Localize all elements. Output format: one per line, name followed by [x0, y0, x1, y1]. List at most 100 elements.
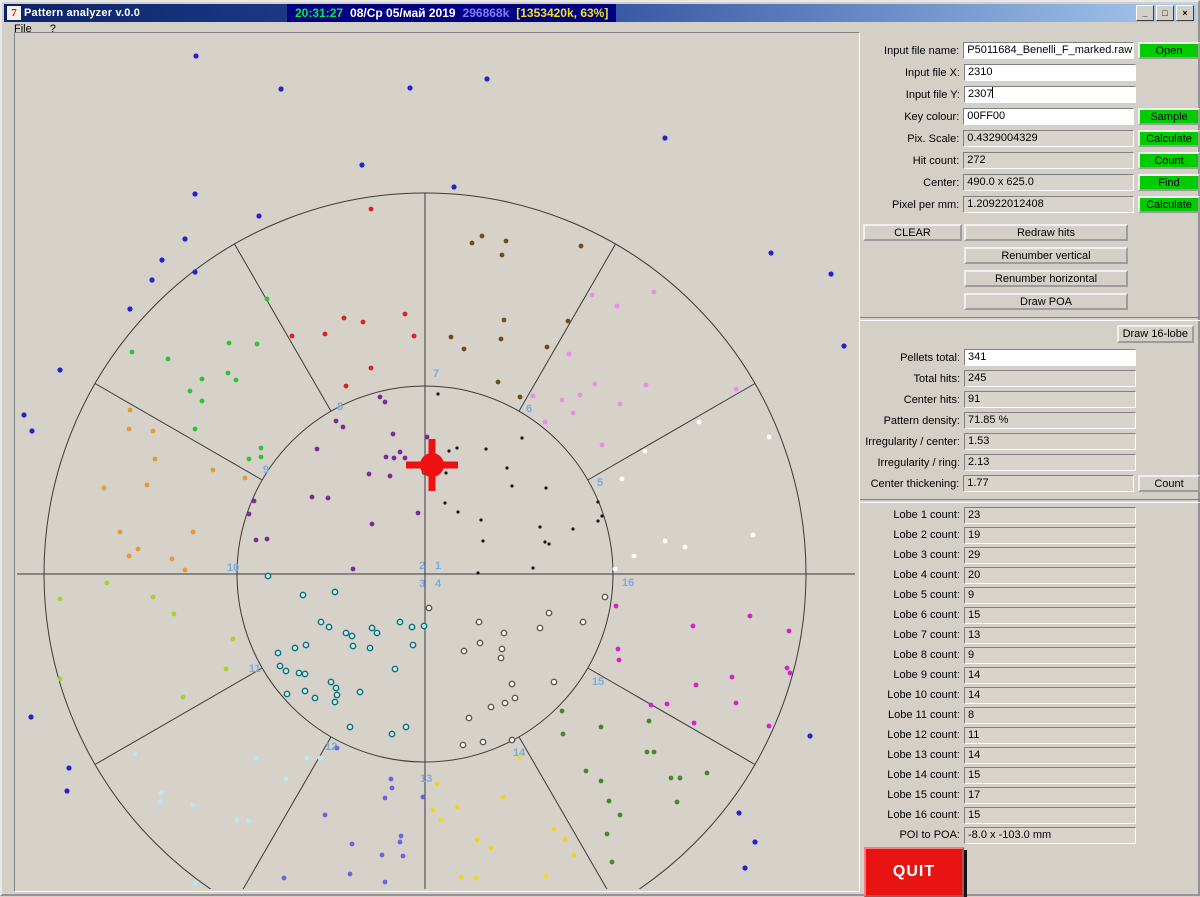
input-file-y-field[interactable]: 2307: [964, 86, 1136, 103]
lobe-5-hit: [766, 434, 772, 440]
sector-label-11: 11: [249, 663, 261, 675]
lobe-4-hit: [500, 629, 508, 637]
row-lobe-13-count: Lobe 13 count: 14: [860, 746, 1200, 764]
lobe-16-hit: [693, 682, 699, 688]
row-lobe-2-count: Lobe 2 count: 19: [860, 526, 1200, 544]
lobe-9-hit: [199, 376, 205, 382]
separator: [860, 317, 1200, 321]
lobe-3-hit: [368, 624, 376, 632]
lobe-7-hit: [501, 317, 507, 323]
title-bar[interactable]: 7 Pattern analyzer v.0.0 20:31:27 08/Ср …: [4, 4, 1196, 22]
hit-count-count-button[interactable]: Count: [1138, 152, 1200, 169]
lobe-6-hit: [592, 381, 598, 387]
pattern-target-canvas[interactable]: 123 45678910111213141516: [15, 33, 857, 889]
lobe-10-hit: [242, 475, 248, 481]
lobe-3-hit: [264, 572, 272, 580]
row-irregularity-ring: Irregularity / ring: 2.13: [860, 454, 1200, 471]
lobe-7-hit: [448, 334, 454, 340]
lobe-13-hit: [398, 833, 404, 839]
lobe-7-count-label: Lobe 7 count:: [893, 629, 960, 641]
lobe-14-hit: [474, 837, 480, 843]
lobe-8-hit: [368, 206, 374, 212]
lobe-10-count-field: 14: [964, 686, 1136, 704]
lobe-16-count-field: 15: [964, 806, 1136, 824]
lobe-4-hit: [536, 624, 544, 632]
lobe-4-hit: [465, 714, 473, 722]
separator: [860, 499, 1200, 503]
close-button[interactable]: ×: [1176, 5, 1194, 21]
lobe-6-hit: [589, 292, 595, 298]
draw-16-lobe-button[interactable]: Draw 16-lobe: [1116, 325, 1194, 343]
quit-button[interactable]: QUIT: [864, 847, 964, 897]
lobe-6-hit: [570, 410, 576, 416]
lobe-7-hit: [565, 318, 571, 324]
clear-button[interactable]: CLEAR: [863, 224, 962, 241]
lobe-16-hit: [616, 657, 622, 663]
outside-misse: [484, 76, 490, 82]
lobe-6-count-field: 15: [964, 606, 1136, 624]
input-file-x-field[interactable]: 2310: [964, 64, 1136, 81]
hit-count-field: 272: [963, 152, 1134, 169]
lobe-2-hit: [397, 449, 403, 455]
irregularity-ring-label: Irregularity / ring:: [877, 456, 960, 469]
row-irregularity-center: Irregularity / center: 1.53: [860, 433, 1200, 450]
lobe-2-hit: [369, 521, 375, 527]
lobe-3-count-field: 29: [964, 546, 1136, 564]
key-colour-sample-button[interactable]: Sample: [1138, 108, 1200, 125]
row-hit-count: Hit count: 272 Count: [860, 152, 1200, 169]
lobe-10-hit: [182, 567, 188, 573]
pattern-analyzer-window: { "window": { "title": "Pattern analyzer…: [0, 0, 1200, 897]
lobe-1-hit: [484, 447, 488, 451]
lobe-13-hit: [382, 795, 388, 801]
lobe-10-hit: [117, 529, 123, 535]
lobe-3-hit: [331, 698, 339, 706]
lobe-13-hit: [349, 841, 355, 847]
lobe-3-hit: [274, 649, 282, 657]
lobe-1-count-field: 23: [964, 506, 1136, 524]
minimize-button[interactable]: _: [1136, 5, 1154, 21]
row-lobe-3-count: Lobe 3 count: 29: [860, 546, 1200, 564]
lobe-15-hit: [651, 749, 657, 755]
lobe-11-hit: [180, 694, 186, 700]
sector-divider-line: [518, 243, 616, 412]
lobe-11-hit: [104, 580, 110, 586]
input-file-name-field[interactable]: P5011684_Benelli_F_marked.raw: [963, 42, 1134, 59]
pix-scale-calculate-button[interactable]: Calculate: [1138, 130, 1200, 147]
lobe-7-hit: [498, 336, 504, 342]
lobe-6-hit: [530, 393, 536, 399]
renumber-horizontal-button[interactable]: Renumber horizontal: [964, 270, 1128, 287]
lobe-8-count-field: 9: [964, 646, 1136, 664]
lobe-9-hit: [258, 454, 264, 460]
row-lobe-10-count: Lobe 10 count: 14: [860, 686, 1200, 704]
lobe-2-hit: [314, 446, 320, 452]
pixel-per-mm-field: 1.20922012408: [963, 196, 1134, 213]
lobe-10-hit: [190, 529, 196, 535]
center-find-button[interactable]: Find: [1138, 174, 1200, 191]
pellets-total-label: Pellets total:: [900, 351, 960, 364]
lobe-12-hit: [192, 880, 198, 886]
lobe-11-hit: [57, 676, 63, 682]
lobe-13-hit: [382, 879, 388, 885]
key-colour-field[interactable]: 00FF00: [963, 108, 1134, 125]
pixel-per-mm-calculate-button[interactable]: Calculate: [1138, 196, 1200, 213]
pattern-plot-panel[interactable]: 1 2 3 4 5 6 7 8 9 10 11 12 13 14 15 16: [14, 32, 860, 892]
key-colour-label: Key colour:: [904, 110, 960, 123]
redraw-hits-button[interactable]: Redraw hits: [964, 224, 1128, 241]
outside-misse: [29, 428, 35, 434]
irregularity-center-label: Irregularity / center:: [865, 435, 960, 448]
center-thickening-count-button[interactable]: Count: [1138, 475, 1200, 492]
draw-poa-button[interactable]: Draw POA: [964, 293, 1128, 310]
outside-misse: [828, 271, 834, 277]
pellets-total-field[interactable]: 341: [964, 349, 1136, 366]
renumber-vertical-button[interactable]: Renumber vertical: [964, 247, 1128, 264]
outside-misse: [407, 85, 413, 91]
lobe-8-hit: [368, 365, 374, 371]
total-hits-label: Total hits:: [913, 372, 960, 385]
input-file-name-open-button[interactable]: Open: [1138, 42, 1200, 59]
lobe-11-hit: [57, 596, 63, 602]
lobe-3-hit: [276, 662, 284, 670]
maximize-button[interactable]: □: [1156, 5, 1174, 21]
lobe-4-count-field: 20: [964, 566, 1136, 584]
lobe-14-hit: [517, 755, 523, 761]
lobe-11-hit: [223, 666, 229, 672]
